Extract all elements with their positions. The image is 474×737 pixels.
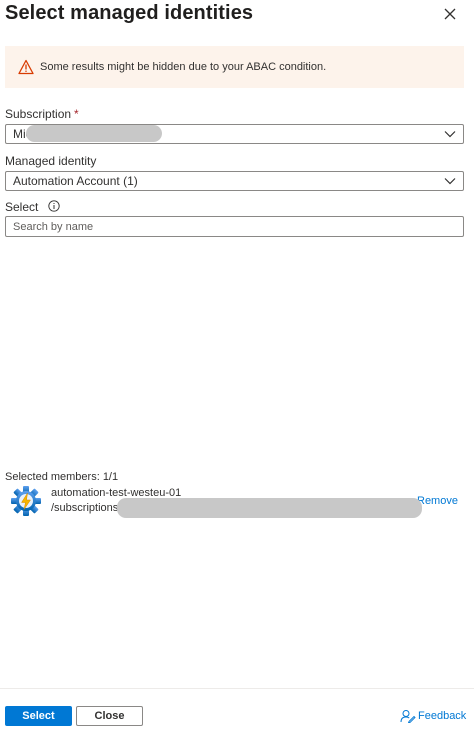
feedback-link[interactable]: Feedback [400,709,466,723]
managed-identity-value: Automation Account (1) [13,174,138,188]
subscription-label: Subscription * [5,107,79,121]
select-label-text: Select [5,200,39,214]
redaction-mask [26,125,162,142]
managed-identity-label: Managed identity [5,154,97,168]
member-path: /subscriptions [51,502,119,514]
chevron-down-icon [444,131,456,138]
warning-text: Some results might be hidden due to your… [40,61,327,73]
info-icon[interactable] [48,200,60,212]
search-input[interactable] [5,216,464,237]
selected-members-heading: Selected members: 1/1 [5,471,119,483]
managed-identity-dropdown[interactable]: Automation Account (1) [5,171,464,191]
select-label: Select [5,200,60,214]
select-button[interactable]: Select [5,706,72,726]
warning-triangle-icon [18,59,34,75]
feedback-label: Feedback [418,710,467,722]
close-button[interactable]: Close [76,706,143,726]
footer-divider [0,688,474,689]
chevron-down-icon [444,178,456,185]
abac-warning-banner: Some results might be hidden due to your… [5,46,464,88]
close-icon[interactable] [440,4,460,24]
required-marker: * [74,107,79,121]
remove-member-link[interactable]: Remove [417,495,458,507]
panel-title: Select managed identities [5,2,254,24]
redaction-mask [117,498,422,518]
automation-account-icon [11,486,41,516]
subscription-label-text: Subscription [5,107,72,121]
feedback-person-icon [400,710,416,723]
